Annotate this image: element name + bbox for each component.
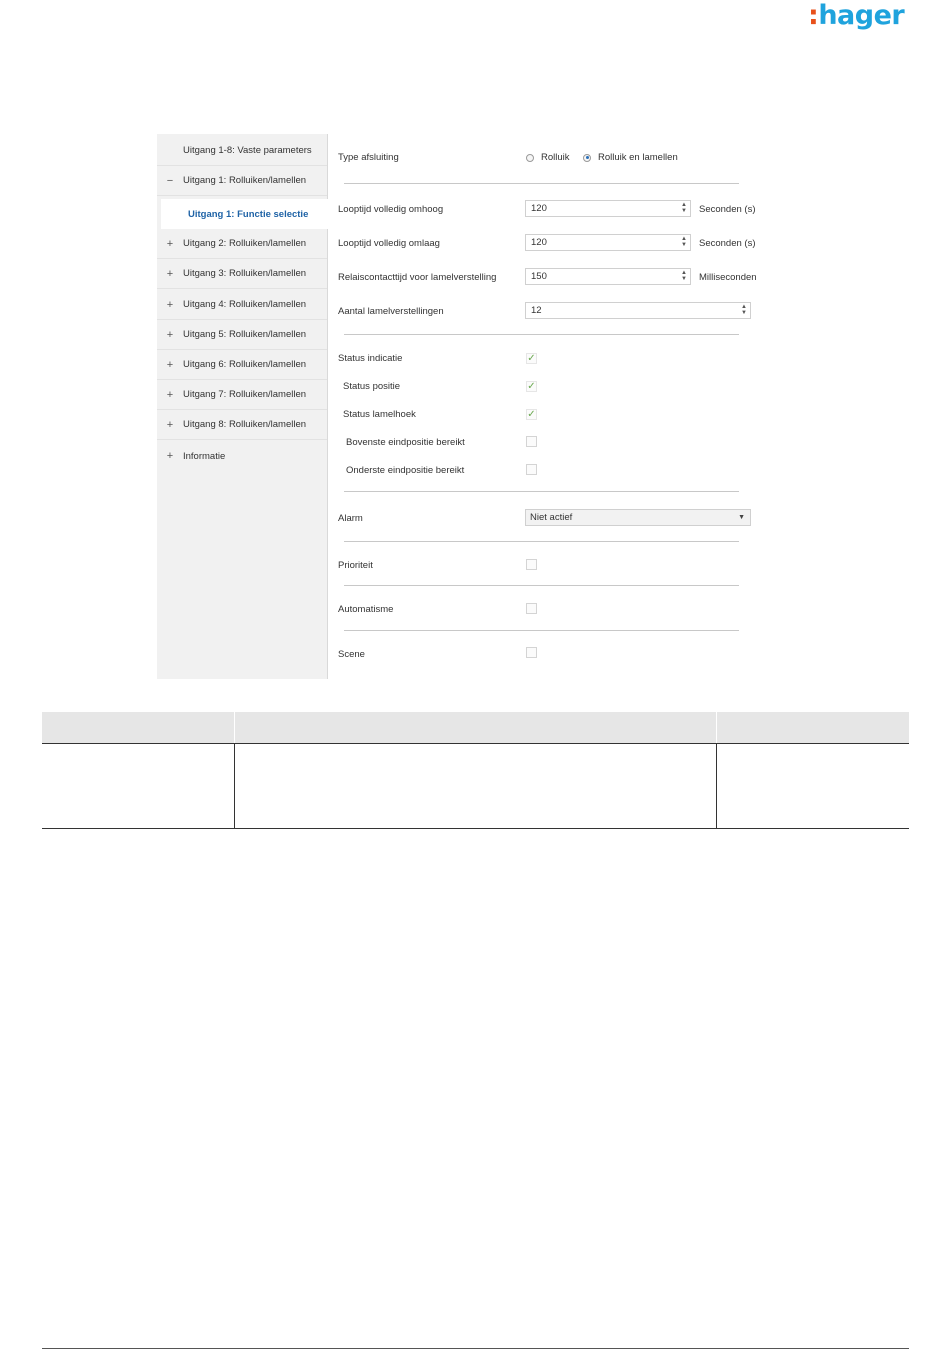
looptijd-omhoog-input[interactable]: 120 ▲ ▼ <box>525 200 691 217</box>
aantal-lamel-input[interactable]: 12 ▲ ▼ <box>525 302 751 319</box>
expand-icon[interactable]: + <box>157 268 183 280</box>
table-header-divider <box>234 712 235 743</box>
onderste-eindpositie-label: Onderste eindpositie bereikt <box>346 465 465 476</box>
spin-arrows-icon[interactable]: ▲ ▼ <box>681 236 687 249</box>
table-header-divider <box>716 712 717 743</box>
status-positie-label: Status positie <box>343 381 401 392</box>
status-lamelhoek-label: Status lamelhoek <box>343 409 416 420</box>
status-positie-checkbox[interactable]: ✓ <box>526 381 537 392</box>
sidebar-item-uitgang-8[interactable]: + Uitgang 8: Rolluiken/lamellen <box>157 410 327 440</box>
sidebar-item-uitgang-4[interactable]: + Uitgang 4: Rolluiken/lamellen <box>157 290 327 320</box>
expand-icon[interactable]: + <box>157 450 183 462</box>
checkmark-icon: ✓ <box>527 353 536 364</box>
expand-icon[interactable]: + <box>157 359 183 371</box>
bovenste-eindpositie-label: Bovenste eindpositie bereikt <box>346 437 465 448</box>
scene-checkbox[interactable] <box>526 647 537 658</box>
sidebar-item-uitgang-2[interactable]: + Uitgang 2: Rolluiken/lamellen <box>157 229 327 259</box>
type-afsluiting-label: Type afsluiting <box>338 152 399 163</box>
status-indicatie-label: Status indicatie <box>338 353 403 364</box>
looptijd-omlaag-label: Looptijd volledig omlaag <box>338 238 440 249</box>
sidebar-item-functie-selectie[interactable]: Uitgang 1: Functie selectie <box>161 199 328 229</box>
hager-logo: :hager <box>808 0 905 31</box>
divider <box>344 585 739 586</box>
aantal-lamel-label: Aantal lamelverstellingen <box>338 306 444 317</box>
relaiscontacttijd-input[interactable]: 150 ▲ ▼ <box>525 268 691 285</box>
prioriteit-checkbox[interactable] <box>526 559 537 570</box>
status-lamelhoek-checkbox[interactable]: ✓ <box>526 409 537 420</box>
radio-rolluik-en-lamellen[interactable]: Rolluik en lamellen <box>583 152 678 163</box>
table-column-divider <box>716 744 717 828</box>
parameter-window: Uitgang 1-8: Vaste parameters − Uitgang 1… <box>157 134 757 679</box>
spin-arrows-icon[interactable]: ▲ ▼ <box>681 202 687 215</box>
table-header <box>42 712 909 743</box>
dropdown-caret-icon: ▼ <box>738 514 745 521</box>
sidebar: Uitgang 1-8: Vaste parameters − Uitgang 1… <box>157 134 328 679</box>
alarm-select[interactable]: Niet actief ▼ <box>525 509 751 526</box>
radio-rolluik[interactable]: Rolluik <box>526 152 570 163</box>
looptijd-omhoog-unit: Seconden (s) <box>699 204 756 215</box>
divider <box>344 630 739 631</box>
expand-icon[interactable]: + <box>157 238 183 250</box>
expand-icon[interactable]: + <box>157 329 183 341</box>
sidebar-item-uitgang-5[interactable]: + Uitgang 5: Rolluiken/lamellen <box>157 320 327 350</box>
divider <box>344 334 739 335</box>
sidebar-item-vaste-parameters[interactable]: Uitgang 1-8: Vaste parameters <box>157 136 327 166</box>
table-rule <box>42 743 909 744</box>
table-column-divider <box>234 744 235 828</box>
footer-rule <box>42 1348 909 1349</box>
collapse-icon[interactable]: − <box>157 175 183 187</box>
spin-arrows-icon[interactable]: ▲ ▼ <box>681 270 687 283</box>
scene-label: Scene <box>338 649 365 660</box>
expand-icon[interactable]: + <box>157 299 183 311</box>
sidebar-item-uitgang-7[interactable]: + Uitgang 7: Rolluiken/lamellen <box>157 380 327 410</box>
relaiscontacttijd-label: Relaiscontacttijd voor lamelverstelling <box>338 272 497 283</box>
looptijd-omhoog-label: Looptijd volledig omhoog <box>338 204 444 215</box>
alarm-label: Alarm <box>338 513 363 524</box>
divider <box>344 541 739 542</box>
checkmark-icon: ✓ <box>527 381 536 392</box>
bovenste-eindpositie-checkbox[interactable] <box>526 436 537 447</box>
sidebar-item-uitgang-6[interactable]: + Uitgang 6: Rolluiken/lamellen <box>157 350 327 380</box>
expand-icon[interactable]: + <box>157 389 183 401</box>
automatisme-label: Automatisme <box>338 604 394 615</box>
checkmark-icon: ✓ <box>527 409 536 420</box>
sidebar-item-uitgang-1[interactable]: − Uitgang 1: Rolluiken/lamellen <box>157 166 327 196</box>
automatisme-checkbox[interactable] <box>526 603 537 614</box>
looptijd-omlaag-unit: Seconden (s) <box>699 238 756 249</box>
divider <box>344 183 739 184</box>
expand-icon[interactable]: + <box>157 419 183 431</box>
sidebar-item-uitgang-3[interactable]: + Uitgang 3: Rolluiken/lamellen <box>157 259 327 289</box>
prioriteit-label: Prioriteit <box>338 560 373 571</box>
parameter-panel: Type afsluiting Rolluik Rolluik en lamel… <box>338 134 757 679</box>
status-indicatie-checkbox[interactable]: ✓ <box>526 353 537 364</box>
radio-selected-icon <box>583 153 591 162</box>
table-rule <box>42 828 909 829</box>
divider <box>344 491 739 492</box>
looptijd-omlaag-input[interactable]: 120 ▲ ▼ <box>525 234 691 251</box>
relaiscontacttijd-unit: Milliseconden <box>699 272 757 283</box>
radio-icon <box>526 153 534 162</box>
onderste-eindpositie-checkbox[interactable] <box>526 464 537 475</box>
spin-arrows-icon[interactable]: ▲ ▼ <box>741 304 747 317</box>
sidebar-item-informatie[interactable]: + Informatie <box>157 441 327 471</box>
